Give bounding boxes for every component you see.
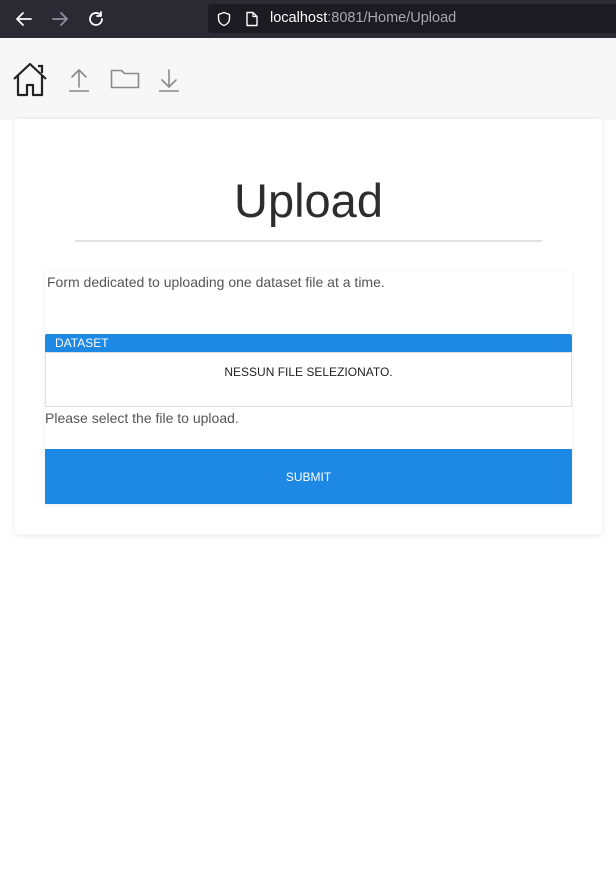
folder-icon[interactable] bbox=[110, 67, 140, 91]
url-path: :8081/Home/Upload bbox=[327, 10, 457, 26]
title-divider bbox=[75, 240, 542, 242]
upload-icon[interactable] bbox=[66, 66, 92, 94]
browser-toolbar: localhost:8081/Home/Upload bbox=[0, 0, 616, 38]
submit-button[interactable]: SUBMIT bbox=[45, 449, 572, 504]
upload-form: Form dedicated to uploading one dataset … bbox=[45, 271, 572, 504]
url-text[interactable]: localhost:8081/Home/Upload bbox=[270, 10, 456, 26]
file-input[interactable]: NESSUN FILE SELEZIONATO. bbox=[45, 352, 572, 407]
upload-card: Upload Form dedicated to uploading one d… bbox=[15, 119, 602, 534]
page-title: Upload bbox=[234, 174, 383, 227]
home-icon[interactable] bbox=[10, 59, 50, 99]
download-icon[interactable] bbox=[156, 66, 182, 94]
forward-arrow-icon[interactable] bbox=[49, 8, 71, 30]
file-status-text: NESSUN FILE SELEZIONATO. bbox=[224, 365, 393, 379]
page-icon[interactable] bbox=[245, 11, 259, 32]
reload-icon[interactable] bbox=[85, 8, 107, 30]
shield-icon[interactable] bbox=[216, 11, 232, 32]
address-bar[interactable]: localhost:8081/Home/Upload bbox=[208, 4, 616, 33]
app-toolbar bbox=[0, 38, 616, 120]
back-arrow-icon[interactable] bbox=[13, 8, 35, 30]
form-description: Form dedicated to uploading one dataset … bbox=[47, 274, 385, 290]
url-host: localhost bbox=[270, 10, 328, 26]
dataset-field-label: DATASET bbox=[45, 334, 572, 352]
help-text: Please select the file to upload. bbox=[45, 410, 239, 426]
